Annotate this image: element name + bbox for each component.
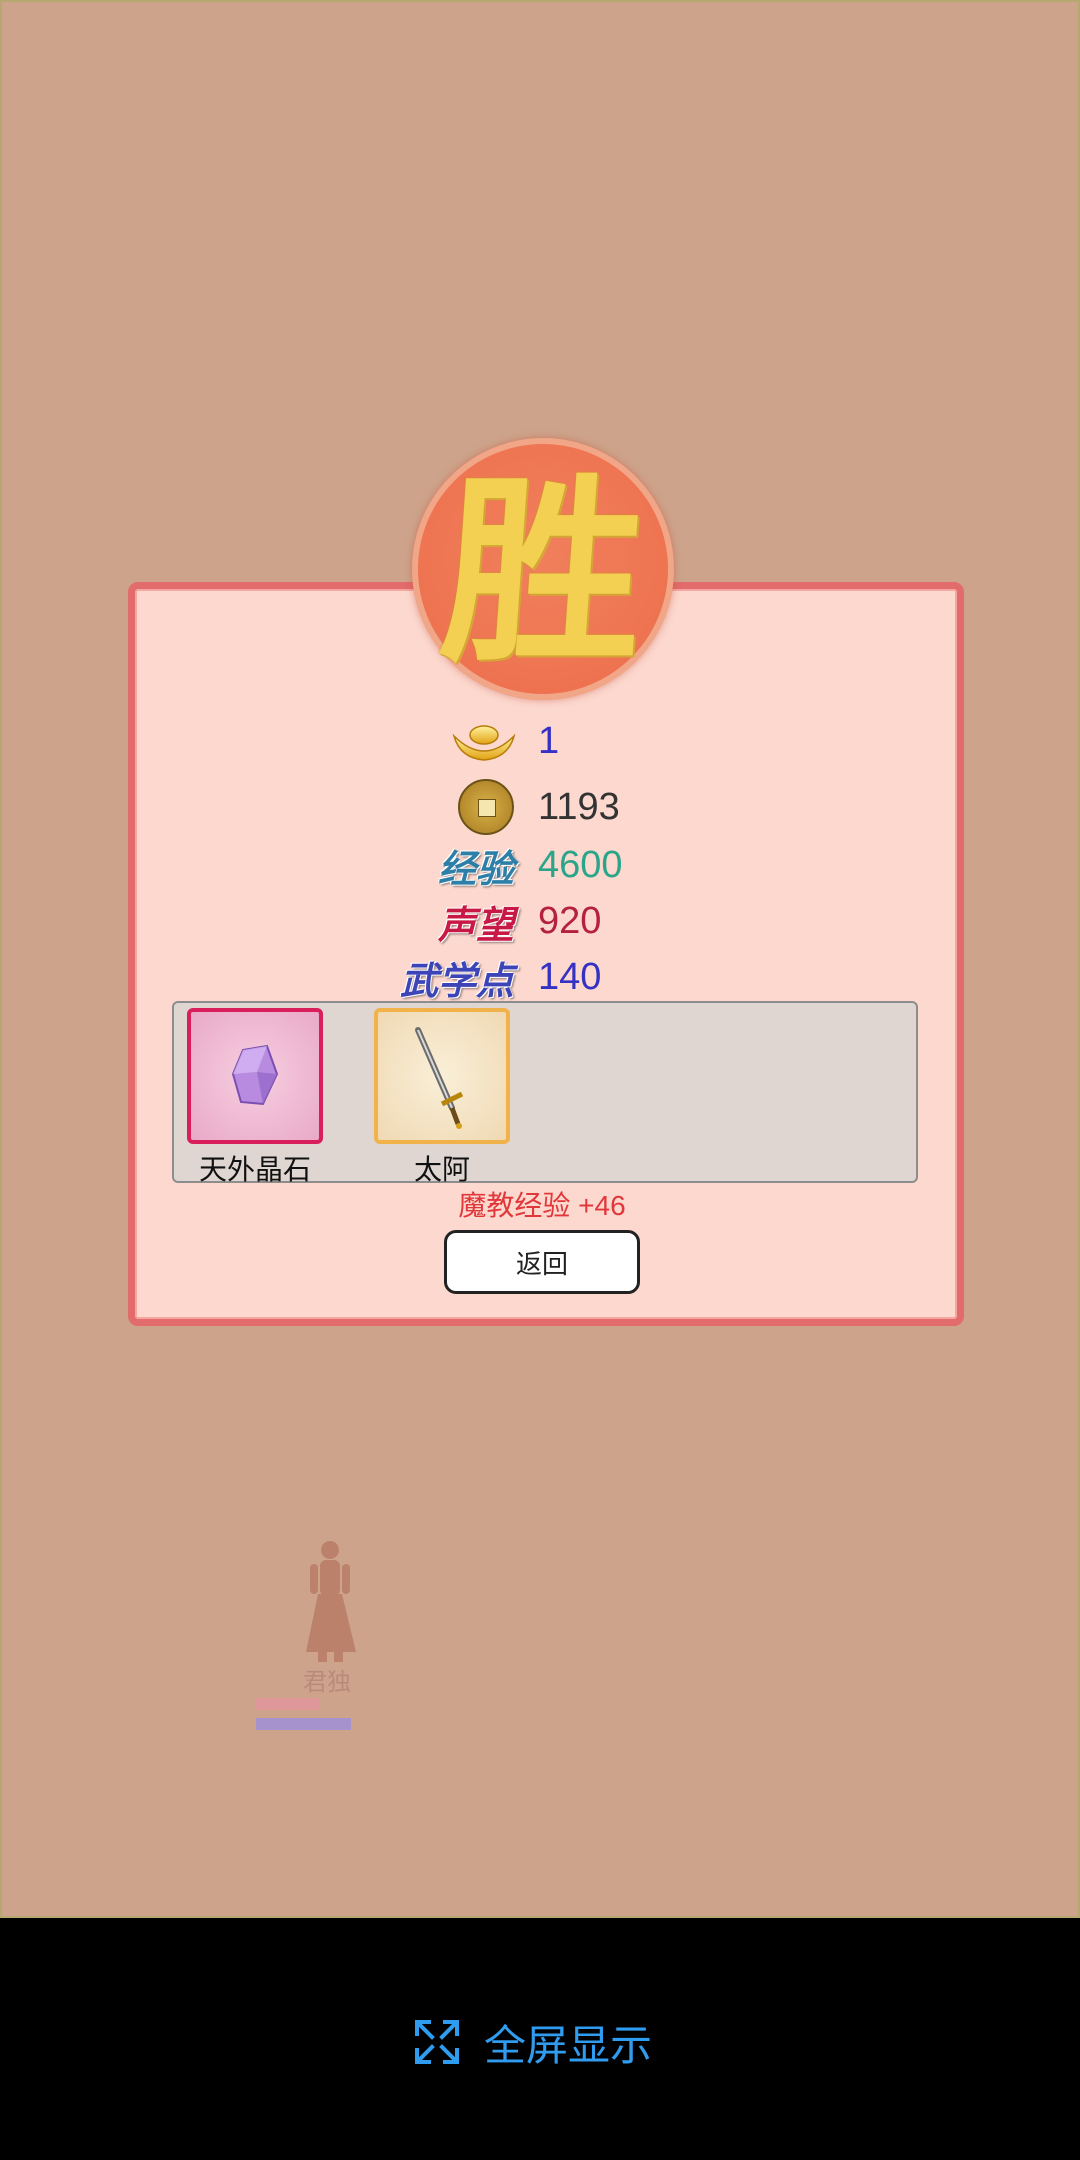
gold-ingot-icon	[452, 722, 516, 762]
reward-coins-row: 1193	[458, 779, 620, 835]
reputation-label: 声望	[437, 902, 514, 947]
martial-points-label: 武学点	[399, 958, 514, 1003]
item-label-crystal: 天外晶石	[198, 1154, 311, 1185]
sect-experience-bonus: 魔教经验 +46	[458, 1190, 626, 1221]
player-hp-bar	[256, 1698, 320, 1710]
game-screen: 胜 1 1193 经验 4600 声望 920 武学点 140 天外晶石 太阿 …	[0, 0, 1080, 1918]
back-button[interactable]: 返回	[444, 1230, 640, 1294]
copper-coin-icon	[458, 779, 514, 835]
sword-icon	[415, 1027, 464, 1129]
expand-icon	[415, 2020, 459, 2064]
reputation-value: 920	[538, 900, 602, 942]
crystal-icon	[231, 1044, 279, 1106]
victory-glyph: 胜	[434, 455, 652, 690]
experience-label: 经验	[437, 846, 514, 891]
martial-points-value: 140	[538, 956, 602, 998]
reward-experience-row: 经验 4600	[422, 838, 623, 893]
fullscreen-label: 全屏显示	[484, 2020, 653, 2070]
item-slot-crystal[interactable]	[187, 1008, 323, 1144]
player-character-sprite	[306, 1541, 356, 1662]
victory-seal: 胜	[412, 438, 674, 700]
experience-value: 4600	[538, 844, 623, 886]
ingot-value: 1	[538, 720, 560, 762]
reward-reputation-row: 声望 920	[422, 894, 601, 949]
reward-martial-points-row: 武学点 140	[398, 950, 601, 1005]
item-slot-sword[interactable]	[374, 1008, 510, 1144]
fullscreen-button[interactable]: 全屏显示	[414, 2012, 652, 2072]
reward-ingot-row: 1	[452, 720, 559, 763]
player-mp-bar	[256, 1718, 351, 1730]
player-name: 君独	[303, 1669, 351, 1696]
coins-value: 1193	[538, 785, 620, 828]
item-label-sword: 太阿	[413, 1154, 470, 1185]
